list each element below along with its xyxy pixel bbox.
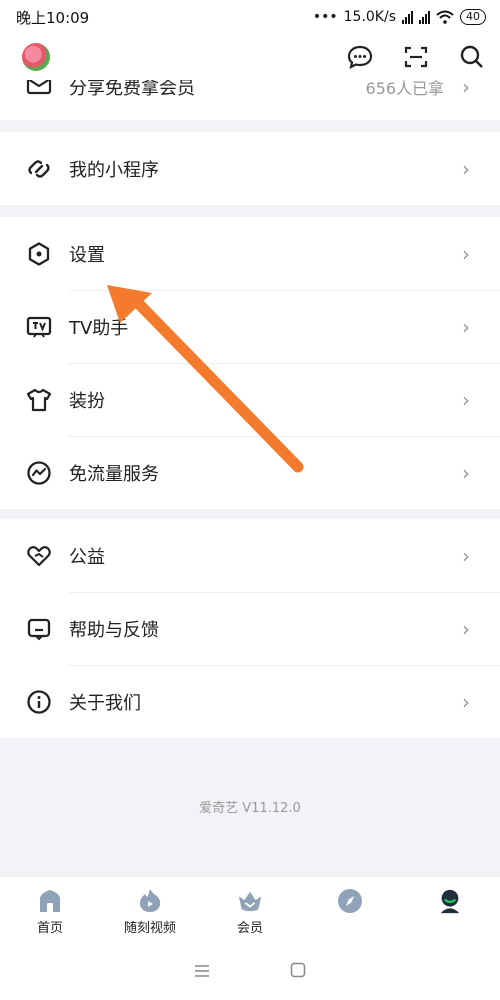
chevron-right-icon: › — [462, 241, 470, 266]
charity-icon — [26, 543, 52, 569]
free-data-icon — [26, 460, 52, 486]
help-icon — [26, 616, 52, 642]
more-dots-icon: ••• — [312, 9, 338, 25]
menu-item-mini-program[interactable]: 我的小程序 › — [0, 132, 500, 205]
search-icon[interactable] — [458, 43, 486, 71]
menu-item-label: 我的小程序 — [69, 159, 159, 181]
chevron-right-icon: › — [462, 460, 470, 485]
signal-icon-2 — [419, 10, 430, 24]
menu-item-label: 关于我们 — [69, 692, 141, 714]
message-icon[interactable] — [346, 43, 374, 71]
menu-item-about-us[interactable]: 关于我们 › — [0, 665, 500, 738]
video-flame-icon — [137, 888, 163, 914]
status-icons: ••• 15.0K/s 40 — [313, 9, 486, 25]
menu-item-dress-up[interactable]: 装扮 › — [0, 363, 500, 436]
menu-group-1: 我的小程序 › — [0, 132, 500, 205]
share-count: 656人已拿 — [365, 80, 444, 98]
menu-item-free-data[interactable]: 免流量服务 › — [0, 436, 500, 509]
share-free-vip-row[interactable]: 分享免费拿会员 656人已拿 › — [0, 80, 500, 120]
menu-item-label: TV助手 — [69, 317, 129, 339]
menu-item-label: 装扮 — [69, 390, 105, 412]
status-time: 晚上10:09 — [16, 8, 90, 27]
mini-program-icon — [26, 156, 52, 182]
tab-label: 首页 — [36, 921, 63, 936]
tab-label: 会员 — [236, 921, 263, 936]
tv-icon — [26, 314, 52, 340]
signal-icon — [402, 10, 413, 24]
share-label: 分享免费拿会员 — [69, 80, 195, 99]
menu-item-help-feedback[interactable]: 帮助与反馈 › — [0, 592, 500, 665]
avatar[interactable] — [22, 43, 50, 71]
app-header — [0, 34, 500, 80]
profile-icon — [437, 888, 463, 914]
tab-vip[interactable]: 会员 — [200, 877, 300, 944]
tab-home[interactable]: 首页 — [0, 877, 100, 944]
mail-icon — [26, 80, 52, 100]
app-version: 爱奇艺 V11.12.0 — [199, 801, 301, 816]
menu-item-label: 公益 — [69, 546, 105, 568]
settings-icon — [26, 241, 52, 267]
menu-group-3: 公益 › 帮助与反馈 › 关于我们 › — [0, 519, 500, 738]
menu-item-charity[interactable]: 公益 › — [0, 519, 500, 592]
home-icon — [37, 888, 63, 914]
chevron-right-icon: › — [462, 616, 470, 641]
shirt-icon — [26, 387, 52, 413]
compass-icon — [337, 888, 363, 914]
info-icon — [26, 689, 52, 715]
status-bar: 晚上10:09 ••• 15.0K/s 40 — [0, 0, 500, 34]
network-speed: 15.0K/s — [343, 9, 396, 25]
menu-item-label: 帮助与反馈 — [69, 619, 159, 641]
system-nav-bar — [0, 944, 500, 1000]
header-actions — [346, 43, 486, 71]
tab-discover[interactable] — [300, 877, 400, 944]
chevron-right-icon: › — [462, 689, 470, 714]
chevron-right-icon: › — [462, 314, 470, 339]
tab-profile[interactable] — [400, 877, 500, 944]
menu-item-settings[interactable]: 设置 › — [0, 217, 500, 290]
menu-item-label: 设置 — [69, 244, 105, 266]
menu-item-tv-assistant[interactable]: TV助手 › — [0, 290, 500, 363]
tab-label: 随刻视频 — [123, 921, 176, 936]
chevron-right-icon: › — [462, 80, 470, 99]
wifi-icon — [436, 10, 454, 24]
vip-crown-icon — [237, 888, 263, 914]
bottom-tab-bar: 首页 随刻视频 会员 — [0, 876, 500, 944]
menu-group-2: 设置 › TV助手 › 装扮 › 免流量服务 › — [0, 217, 500, 509]
tab-suike-video[interactable]: 随刻视频 — [100, 877, 200, 944]
chevron-right-icon: › — [462, 387, 470, 412]
chevron-right-icon: › — [462, 156, 470, 181]
battery-indicator: 40 — [460, 9, 486, 25]
menu-icon[interactable] — [194, 963, 210, 982]
menu-item-label: 免流量服务 — [69, 463, 159, 485]
scan-icon[interactable] — [402, 43, 430, 71]
home-square-icon[interactable] — [290, 962, 306, 982]
chevron-right-icon: › — [462, 543, 470, 568]
